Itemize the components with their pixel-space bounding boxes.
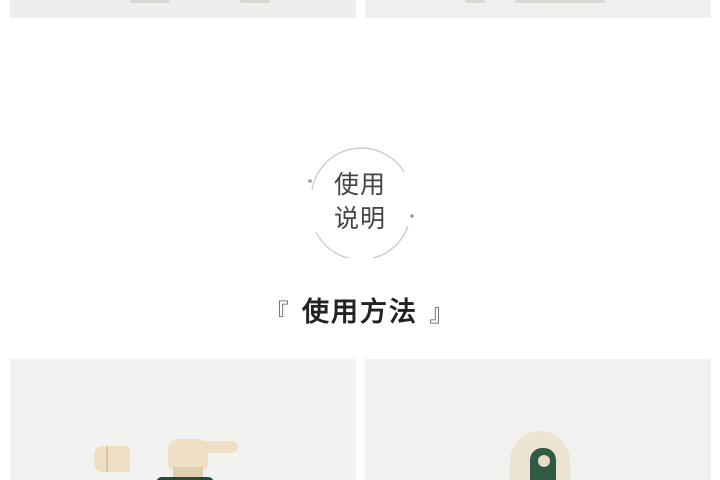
tube-opening (538, 455, 550, 467)
product-photo-top-right (365, 0, 711, 18)
close-bracket: 』 (429, 299, 456, 327)
bottle-cap (94, 446, 130, 472)
tube-cap-photo (365, 359, 711, 480)
pump-nozzle (200, 441, 238, 453)
badge-line-1: 使用 (333, 170, 386, 199)
product-photo-top-left (10, 0, 356, 18)
badge-line-2: 说明 (333, 204, 386, 233)
top-photo-strip (0, 0, 720, 22)
pump-bottle-photo (10, 359, 356, 480)
open-bracket: 『 (264, 299, 291, 327)
usage-instructions-badge: 使用 说明 (304, 146, 416, 258)
heading-title: 使用方法 (302, 297, 418, 328)
section-heading: 『 使用方法 』 (0, 290, 720, 329)
